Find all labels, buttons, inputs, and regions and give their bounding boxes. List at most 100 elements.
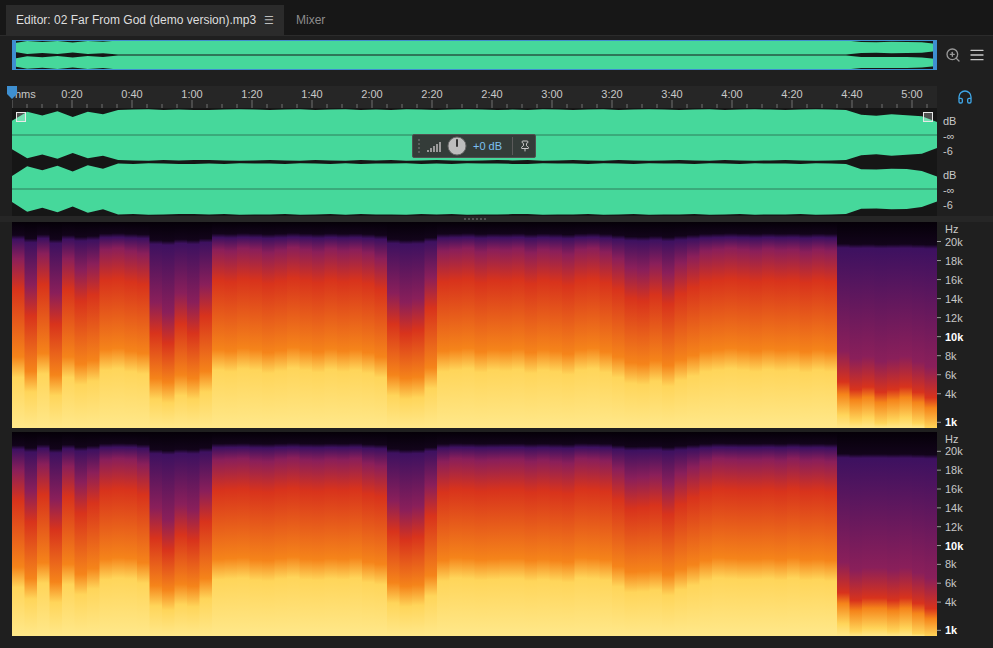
frequency-tick: 10k xyxy=(937,331,964,343)
list-icon[interactable] xyxy=(969,47,985,63)
spectrogram-column xyxy=(325,222,338,428)
time-ruler[interactable]: hms0:200:401:001:201:402:002:202:403:003… xyxy=(12,86,937,108)
spectrogram-column xyxy=(762,432,775,636)
view-divider[interactable] xyxy=(0,216,993,222)
spectrogram-column xyxy=(712,432,725,636)
spectrogram-column xyxy=(262,432,275,636)
spectrogram-column xyxy=(87,432,100,636)
spectrogram-column xyxy=(912,222,925,428)
frequency-tick: 14k xyxy=(937,502,963,514)
amplitude-scale: dB-∞-6dB-∞-6 xyxy=(937,108,993,216)
spectrogram-column xyxy=(312,222,325,428)
spectrogram-column xyxy=(537,222,550,428)
spectrogram-column xyxy=(700,432,713,636)
spectrogram-column xyxy=(437,222,450,428)
spectrogram-column xyxy=(362,432,375,636)
frequency-tick: 12k xyxy=(937,521,963,533)
spectrogram-column xyxy=(500,222,513,428)
spectrogram-column xyxy=(900,432,913,636)
spectrogram-column xyxy=(612,222,625,428)
spectrogram-column xyxy=(775,432,788,636)
frequency-tick: 4k xyxy=(937,388,957,400)
spectrogram-column xyxy=(462,222,475,428)
pin-icon[interactable] xyxy=(519,140,531,152)
spectrogram-column xyxy=(925,222,938,428)
spectrogram-column xyxy=(412,432,425,636)
svg-text:18k: 18k xyxy=(945,464,963,476)
volume-knob[interactable] xyxy=(447,136,467,156)
spectrogram-column xyxy=(112,432,125,636)
spectrogram-column xyxy=(187,432,200,636)
spectrogram-column xyxy=(862,222,875,428)
spectrogram-column xyxy=(862,432,875,636)
spectrogram-column xyxy=(575,432,588,636)
overview-right-handle[interactable] xyxy=(933,40,937,70)
overview-navigator[interactable] xyxy=(12,40,937,70)
ruler-label: 4:40 xyxy=(841,88,862,100)
waveform-channel[interactable] xyxy=(12,162,937,216)
ruler-label: 2:40 xyxy=(481,88,502,100)
svg-text:1k: 1k xyxy=(945,416,958,428)
spectrogram-column xyxy=(237,432,250,636)
ruler-label: 0:40 xyxy=(121,88,142,100)
frequency-tick: 16k xyxy=(937,274,963,286)
volume-hud[interactable]: +0 dB xyxy=(412,134,536,158)
panel-tab[interactable]: Mixer xyxy=(286,5,335,35)
headphones-icon[interactable] xyxy=(957,89,973,105)
zoom-icon[interactable] xyxy=(945,47,961,63)
spectrogram-column xyxy=(162,432,175,636)
spectrogram-column xyxy=(750,432,763,636)
spectrogram-column xyxy=(387,222,400,428)
svg-text:16k: 16k xyxy=(945,483,963,495)
frequency-tick: 4k xyxy=(937,596,957,608)
svg-text:14k: 14k xyxy=(945,502,963,514)
spectrogram-column xyxy=(475,432,488,636)
spectrogram-column xyxy=(412,222,425,428)
spectrogram-channel[interactable] xyxy=(12,432,937,636)
spectrogram-column xyxy=(462,432,475,636)
tab-menu-icon[interactable]: ☰ xyxy=(264,14,274,27)
spectrogram-column xyxy=(262,222,275,428)
spectrogram-column xyxy=(150,222,163,428)
spectrogram-column xyxy=(725,432,738,636)
spectrogram-column xyxy=(625,432,638,636)
ruler-label: 1:40 xyxy=(301,88,322,100)
svg-text:12k: 12k xyxy=(945,312,963,324)
ruler-label: 3:20 xyxy=(601,88,622,100)
spectrogram-column xyxy=(475,222,488,428)
spectrogram-column xyxy=(425,432,438,636)
spectrogram-column xyxy=(600,432,613,636)
playhead-icon[interactable] xyxy=(6,86,18,100)
overview-row xyxy=(0,40,993,70)
spectrogram-column xyxy=(712,222,725,428)
fade-in-handle[interactable] xyxy=(16,112,26,122)
amplitude-label: dB xyxy=(943,114,993,128)
overview-left-handle[interactable] xyxy=(12,40,16,70)
spectrogram-column xyxy=(512,222,525,428)
spectrogram-column xyxy=(925,432,938,636)
spectrogram-channel[interactable] xyxy=(12,222,937,428)
spectrogram-column xyxy=(362,222,375,428)
volume-reading[interactable]: +0 dB xyxy=(473,140,502,152)
svg-text:1k: 1k xyxy=(945,624,958,636)
frequency-tick: 1k xyxy=(937,624,958,636)
grip-icon[interactable] xyxy=(417,139,421,153)
spectrogram-column xyxy=(525,432,538,636)
grip-icon[interactable] xyxy=(463,217,487,221)
spectrogram-column xyxy=(512,432,525,636)
spectrogram-column xyxy=(275,432,288,636)
spectrogram-column xyxy=(75,432,88,636)
spectrogram-column xyxy=(887,222,900,428)
amplitude-label: -6 xyxy=(943,144,993,158)
amplitude-scale-group: dB-∞-6 xyxy=(937,162,993,216)
spectrogram-column xyxy=(687,432,700,636)
spectrogram-column xyxy=(687,222,700,428)
svg-text:8k: 8k xyxy=(945,558,957,570)
spectrogram-column xyxy=(12,432,25,636)
amplitude-label: -∞ xyxy=(943,183,993,197)
spectrogram-column xyxy=(737,222,750,428)
spectrogram-column xyxy=(37,222,50,428)
frequency-tick: 14k xyxy=(937,293,963,305)
panel-tab[interactable]: Editor: 02 Far From God (demo version).m… xyxy=(6,5,284,35)
fade-out-handle[interactable] xyxy=(923,112,933,122)
